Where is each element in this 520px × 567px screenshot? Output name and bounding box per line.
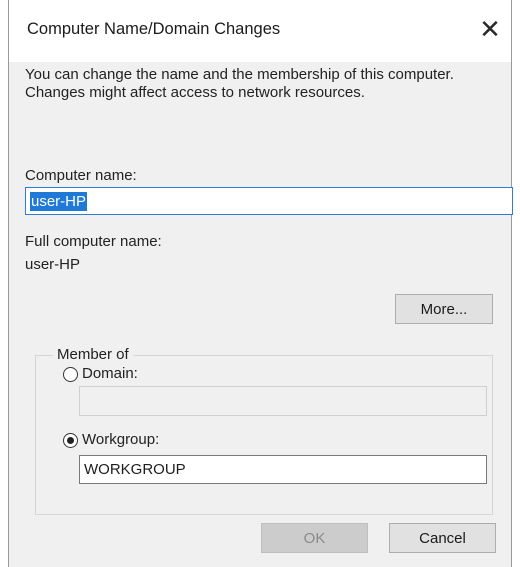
- workgroup-radio[interactable]: [63, 433, 78, 448]
- dialog-title: Computer Name/Domain Changes: [27, 20, 281, 38]
- member-of-title: Member of: [53, 346, 133, 363]
- description-text: You can change the name and the membersh…: [25, 66, 454, 101]
- ok-button[interactable]: OK: [261, 523, 368, 553]
- computer-name-input[interactable]: user-HP: [25, 187, 513, 215]
- more-button[interactable]: More...: [395, 294, 493, 324]
- domain-input[interactable]: [79, 386, 487, 416]
- domain-label: Domain:: [82, 365, 138, 382]
- close-icon[interactable]: ✕: [475, 14, 505, 44]
- dialog-window: Computer Name/Domain Changes ✕ You can c…: [8, 0, 513, 567]
- title-bar: Computer Name/Domain Changes ✕: [9, 0, 511, 62]
- computer-name-label: Computer name:: [25, 167, 137, 184]
- full-computer-name-label: Full computer name:: [25, 233, 162, 250]
- computer-name-value: user-HP: [30, 191, 88, 211]
- workgroup-label: Workgroup:: [82, 431, 160, 448]
- cancel-button[interactable]: Cancel: [389, 523, 496, 553]
- full-computer-name-value: user-HP: [25, 256, 81, 273]
- domain-radio[interactable]: [63, 367, 78, 382]
- workgroup-input[interactable]: WORKGROUP: [79, 455, 487, 484]
